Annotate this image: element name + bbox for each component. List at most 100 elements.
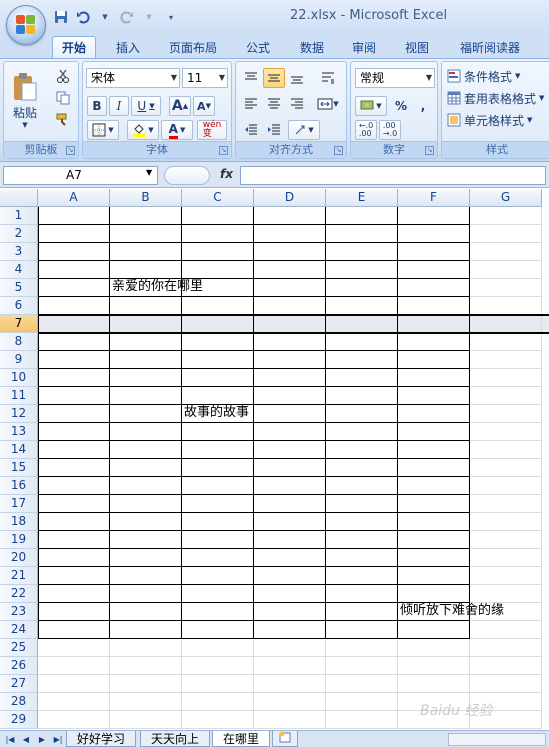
accounting-button[interactable]: ▼: [355, 96, 387, 116]
cut-button[interactable]: [52, 66, 74, 86]
format-as-table-button[interactable]: 套用表格格式 ▼: [446, 88, 549, 108]
tab-review[interactable]: 审阅: [342, 36, 386, 58]
chevron-down-icon[interactable]: ▼: [140, 8, 158, 26]
row-header-19[interactable]: 19: [0, 531, 38, 549]
font-size-combo[interactable]: 11 ▼: [182, 68, 228, 88]
row-header-7[interactable]: 7: [0, 315, 38, 333]
row-header-10[interactable]: 10: [0, 369, 38, 387]
column-header-b[interactable]: B: [110, 189, 182, 207]
number-format-combo[interactable]: 常规 ▼: [355, 68, 435, 88]
worksheet-grid[interactable]: 亲爱的你在哪里 故事的故事 倾听放下难舍的缘 A B C D E F G 1 2 3 4 5 6 7 8 9 10 1…: [0, 189, 549, 730]
row-header-24[interactable]: 24: [0, 621, 38, 639]
decrease-indent-button[interactable]: [240, 120, 262, 140]
row-header-15[interactable]: 15: [0, 459, 38, 477]
row-header-18[interactable]: 18: [0, 513, 38, 531]
percent-button[interactable]: %: [391, 96, 411, 116]
row-header-23[interactable]: 23: [0, 603, 38, 621]
chevron-down-icon[interactable]: ▼: [171, 69, 177, 87]
align-top-button[interactable]: [240, 68, 262, 88]
chevron-down-icon[interactable]: ▼: [146, 168, 152, 177]
row-header-20[interactable]: 20: [0, 549, 38, 567]
insert-sheet-button[interactable]: [272, 731, 298, 747]
row-header-6[interactable]: 6: [0, 297, 38, 315]
office-button[interactable]: [6, 5, 46, 45]
increase-indent-button[interactable]: [263, 120, 285, 140]
comma-button[interactable]: ,: [413, 96, 433, 116]
row-header-28[interactable]: 28: [0, 693, 38, 711]
undo-icon[interactable]: [74, 8, 92, 26]
bold-button[interactable]: B: [87, 96, 107, 116]
last-sheet-icon[interactable]: ▶|: [52, 733, 64, 746]
chevron-down-icon[interactable]: ▼: [96, 8, 114, 26]
align-left-button[interactable]: [240, 94, 262, 114]
font-name-combo[interactable]: 宋体 ▼: [86, 68, 180, 88]
row-header-3[interactable]: 3: [0, 243, 38, 261]
row-header-26[interactable]: 26: [0, 657, 38, 675]
cell-area[interactable]: 亲爱的你在哪里故事的故事倾听放下难舍的缘: [38, 206, 549, 730]
row-header-9[interactable]: 9: [0, 351, 38, 369]
tab-view[interactable]: 视图: [395, 36, 439, 58]
cell-f23[interactable]: 倾听放下难舍的缘: [400, 602, 504, 620]
row-header-5[interactable]: 5: [0, 279, 38, 297]
row-header-1[interactable]: 1: [0, 207, 38, 225]
copy-button[interactable]: [52, 88, 74, 108]
tab-foxit-reader[interactable]: 福昕阅读器: [452, 36, 528, 58]
cell-c12[interactable]: 故事的故事: [184, 404, 249, 422]
formula-input[interactable]: [240, 166, 546, 185]
dialog-launcher-icon[interactable]: ↘: [66, 146, 75, 155]
row-header-13[interactable]: 13: [0, 423, 38, 441]
tab-formulas[interactable]: 公式: [236, 36, 280, 58]
save-icon[interactable]: [52, 8, 70, 26]
dialog-launcher-icon[interactable]: ↘: [219, 146, 228, 155]
column-header-e[interactable]: E: [326, 189, 398, 207]
redo-icon[interactable]: [118, 8, 136, 26]
grow-font-button[interactable]: A ▲: [169, 96, 191, 116]
shrink-font-button[interactable]: A ▼: [193, 96, 215, 116]
row-header-27[interactable]: 27: [0, 675, 38, 693]
tab-data[interactable]: 数据: [290, 36, 334, 58]
column-header-a[interactable]: A: [38, 189, 110, 207]
chevron-down-icon[interactable]: ▼: [426, 69, 432, 87]
row-header-17[interactable]: 17: [0, 495, 38, 513]
font-color-button[interactable]: A ▼: [161, 120, 193, 140]
fill-color-button[interactable]: ▼: [127, 120, 159, 140]
sheet-tab-active[interactable]: 在哪里: [212, 731, 270, 747]
sheet-tab[interactable]: 天天向上: [140, 731, 210, 747]
orientation-button[interactable]: [314, 68, 342, 88]
align-right-button[interactable]: [286, 94, 308, 114]
customize-icon[interactable]: ▾: [162, 8, 180, 26]
borders-button[interactable]: ▼: [87, 120, 119, 140]
underline-button[interactable]: U ▼: [131, 96, 161, 116]
row-header-22[interactable]: 22: [0, 585, 38, 603]
text-direction-button[interactable]: ▼: [288, 120, 320, 140]
row-header-25[interactable]: 25: [0, 639, 38, 657]
format-painter-button[interactable]: [52, 110, 74, 130]
decrease-decimal-button[interactable]: .00 →.0: [379, 120, 401, 140]
paste-button[interactable]: 粘贴 ▼: [8, 64, 42, 136]
tab-home[interactable]: 开始: [52, 36, 96, 58]
phonetic-button[interactable]: wén 变: [197, 120, 227, 140]
row-header-21[interactable]: 21: [0, 567, 38, 585]
row-header-4[interactable]: 4: [0, 261, 38, 279]
conditional-formatting-button[interactable]: 条件格式 ▼: [446, 66, 549, 86]
row-header-14[interactable]: 14: [0, 441, 38, 459]
align-center-button[interactable]: [263, 94, 285, 114]
row-header-12[interactable]: 12: [0, 405, 38, 423]
cell-b5[interactable]: 亲爱的你在哪里: [112, 278, 203, 296]
tab-insert[interactable]: 插入: [106, 36, 150, 58]
tab-page-layout[interactable]: 页面布局: [160, 36, 226, 58]
insert-function-button[interactable]: fx: [220, 167, 233, 181]
align-middle-button[interactable]: [263, 68, 285, 88]
align-bottom-button[interactable]: [286, 68, 308, 88]
formula-bar-splitter[interactable]: [164, 166, 210, 185]
row-header-29[interactable]: 29: [0, 711, 38, 729]
row-header-11[interactable]: 11: [0, 387, 38, 405]
column-header-g[interactable]: G: [470, 189, 542, 207]
increase-decimal-button[interactable]: ←.0.00: [355, 120, 377, 140]
dialog-launcher-icon[interactable]: ↘: [334, 146, 343, 155]
next-sheet-icon[interactable]: ▶: [36, 733, 48, 746]
horizontal-scrollbar[interactable]: [448, 733, 546, 746]
cell-styles-button[interactable]: 单元格样式 ▼: [446, 110, 549, 130]
column-header-f[interactable]: F: [398, 189, 470, 207]
column-header-d[interactable]: D: [254, 189, 326, 207]
